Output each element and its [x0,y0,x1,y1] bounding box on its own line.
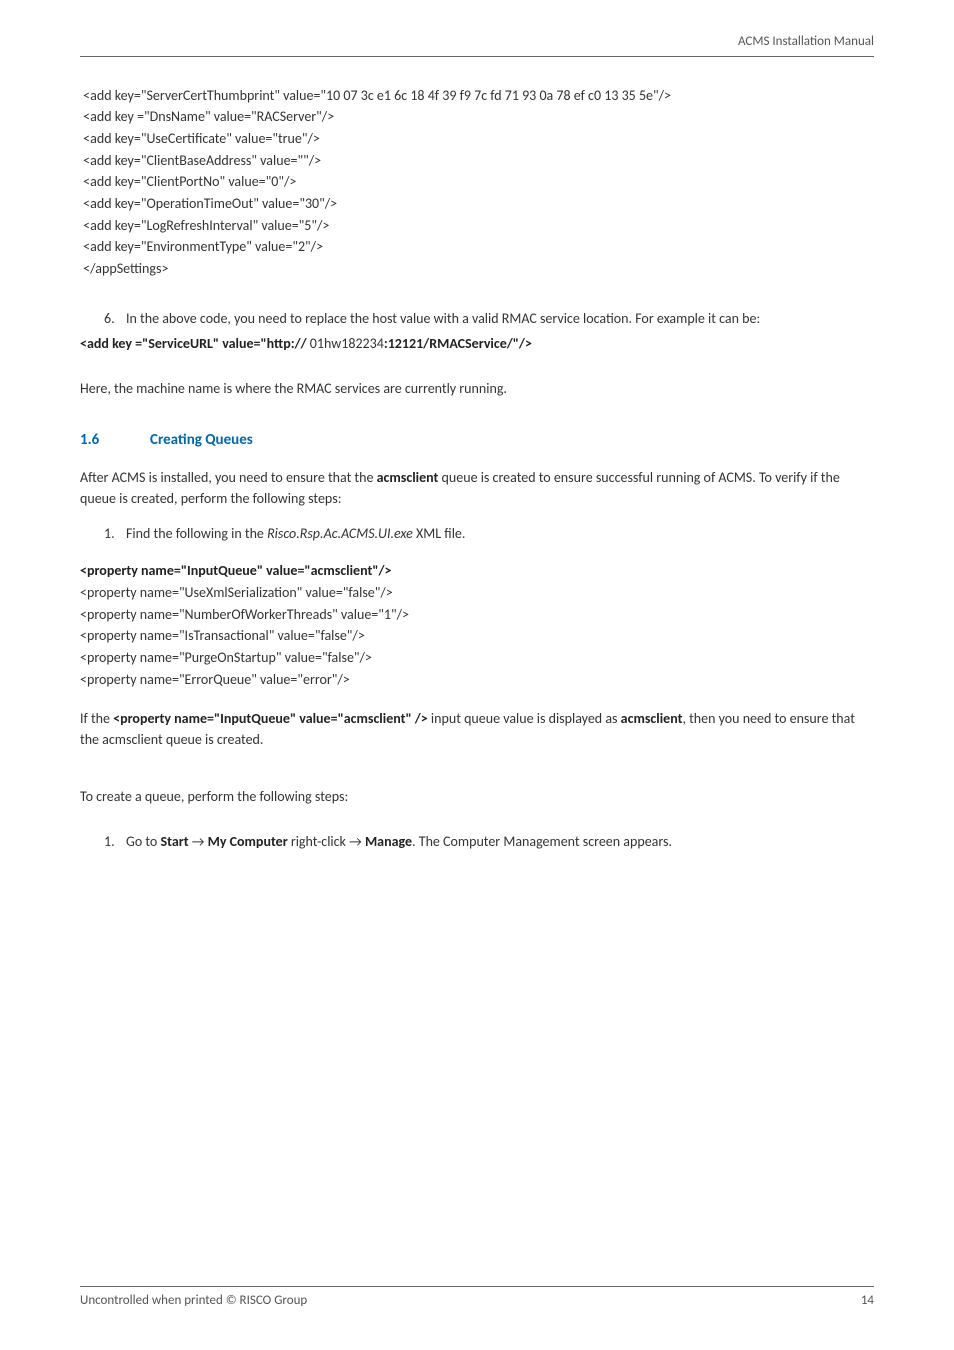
code-line: </appSettings> [80,258,874,280]
acmsclient-bold-2: acmsclient [621,710,683,727]
header-title: ACMS Installation Manual [738,34,874,49]
code-line: <property name="ErrorQueue" value="error… [80,669,874,691]
para-after-install: After ACMS is installed, you need to ens… [80,467,874,509]
code-line: <add key="UseCertificate" value="true"/> [80,128,874,150]
code-line: <add key="OperationTimeOut" value="30"/> [80,193,874,215]
list-text: Go to Start → My Computer right-click → … [126,831,672,852]
manage-bold: Manage [365,833,412,850]
para-machine-name: Here, the machine name is where the RMAC… [80,378,874,399]
list-item-6: 6. In the above code, you need to replac… [104,308,874,329]
footer-left: Uncontrolled when printed © RISCO Group [80,1291,307,1311]
start-bold: Start [160,833,188,850]
list-text: In the above code, you need to replace t… [126,308,760,329]
code-line-bold: <property name="InputQueue" value="acmsc… [80,560,874,582]
service-url-part3: :12121/RMACService/"/> [384,335,532,352]
acmsclient-bold: acmsclient [377,469,439,486]
para-if-inputqueue: If the <property name="InputQueue" value… [80,708,874,750]
service-url-host: 01hw182234 [310,335,384,352]
code-line: <add key ="DnsName" value="RACServer"/> [80,106,874,128]
list-number: 1. [104,831,126,852]
mycomputer-bold: My Computer [208,833,288,850]
list-number: 6. [104,308,126,329]
code-block-properties: <property name="InputQueue" value="acmsc… [80,560,874,690]
service-url-line: <add key ="ServiceURL" value="http:// 01… [80,333,874,354]
list-number: 1. [104,523,126,544]
code-line: <add key="ClientBaseAddress" value=""/> [80,150,874,172]
code-line: <property name="NumberOfWorkerThreads" v… [80,604,874,626]
service-url-part1: <add key ="ServiceURL" value="http:// [80,335,310,352]
section-title: Creating Queues [150,431,253,449]
code-line: <add key="ServerCertThumbprint" value="1… [80,85,874,107]
filename-italic: Risco.Rsp.Ac.ACMS.UI.exe [267,525,413,542]
list-item-1-goto: 1. Go to Start → My Computer right-click… [104,831,874,852]
code-block-appsettings: <add key="ServerCertThumbprint" value="1… [80,85,874,280]
code-line: <property name="UseXmlSerialization" val… [80,582,874,604]
para-create-queue: To create a queue, perform the following… [80,786,874,807]
code-line: <add key="EnvironmentType" value="2"/> [80,236,874,258]
property-tag-bold: <property name="InputQueue" value="acmsc… [113,710,428,727]
page-footer: Uncontrolled when printed © RISCO Group … [80,1286,874,1311]
code-line: <add key="ClientPortNo" value="0"/> [80,171,874,193]
code-line: <property name="PurgeOnStartup" value="f… [80,647,874,669]
list-text: Find the following in the Risco.Rsp.Ac.A… [126,523,465,544]
section-heading-1-6: 1.6Creating Queues [80,429,874,452]
page-header: ACMS Installation Manual [80,32,874,57]
section-number: 1.6 [80,429,150,452]
list-item-1-find: 1. Find the following in the Risco.Rsp.A… [104,523,874,544]
code-line: <add key="LogRefreshInterval" value="5"/… [80,215,874,237]
code-line: <property name="IsTransactional" value="… [80,625,874,647]
footer-page-number: 14 [861,1291,874,1311]
